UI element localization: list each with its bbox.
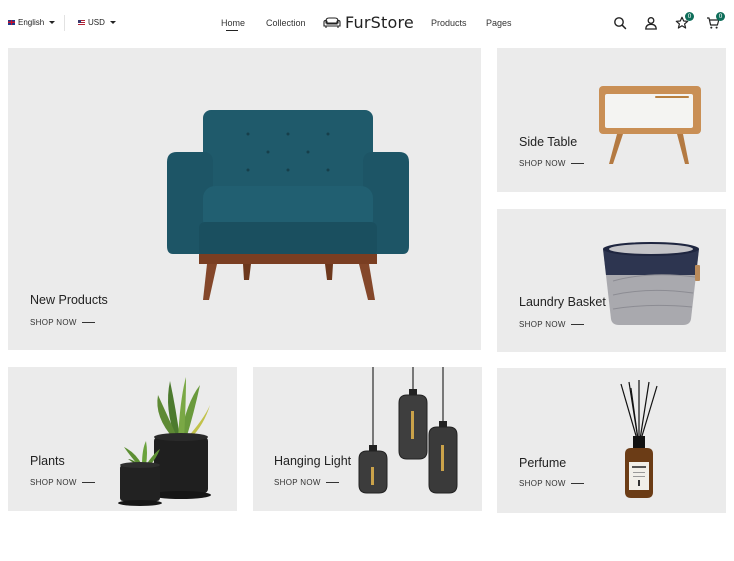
tile-title: Perfume <box>519 456 567 470</box>
shop-now-link[interactable]: SHOP NOW <box>519 320 584 329</box>
shop-now-link[interactable]: SHOP NOW <box>30 318 95 327</box>
arrow-line-icon <box>81 322 95 323</box>
shop-now-label: SHOP NOW <box>274 478 321 487</box>
search-button[interactable] <box>613 16 627 30</box>
shop-now-link[interactable]: SHOP NOW <box>30 478 95 487</box>
currency-selector[interactable]: USD <box>78 18 116 27</box>
tile-hanging-light[interactable]: Hanging Light SHOP NOW <box>253 367 482 511</box>
cart-count-badge: 0 <box>716 12 725 21</box>
arrow-line-icon <box>325 482 339 483</box>
us-flag-icon <box>78 20 85 25</box>
hanging-light-image <box>358 367 458 494</box>
tile-perfume[interactable]: Perfume SHOP NOW <box>497 368 726 513</box>
tile-new-products[interactable]: New Products SHOP NOW <box>8 48 481 350</box>
wishlist-button[interactable]: 0 <box>675 12 694 30</box>
shop-now-label: SHOP NOW <box>519 159 566 168</box>
wishlist-count-badge: 0 <box>685 12 694 21</box>
language-label: English <box>18 18 45 27</box>
shop-now-link[interactable]: SHOP NOW <box>519 159 584 168</box>
arrow-line-icon <box>81 482 95 483</box>
chevron-down-icon <box>49 21 56 24</box>
tile-plants[interactable]: Plants SHOP NOW <box>8 367 237 511</box>
cart-button[interactable]: 0 <box>706 12 725 30</box>
user-icon <box>645 17 657 30</box>
nav-home[interactable]: Home <box>221 18 245 28</box>
header-divider <box>64 15 65 31</box>
tile-title: Side Table <box>519 135 578 149</box>
site-logo[interactable]: FurStore <box>323 13 414 32</box>
tile-laundry-basket[interactable]: Laundry Basket SHOP NOW <box>497 209 726 352</box>
shop-now-label: SHOP NOW <box>519 479 566 488</box>
shop-now-link[interactable]: SHOP NOW <box>519 479 584 488</box>
arrow-line-icon <box>570 324 584 325</box>
tile-title: New Products <box>30 293 108 307</box>
shop-now-label: SHOP NOW <box>30 478 77 487</box>
armchair-image <box>167 110 409 300</box>
search-icon <box>614 17 627 30</box>
language-selector[interactable]: English <box>8 18 56 27</box>
account-button[interactable] <box>644 16 658 30</box>
currency-label: USD <box>88 18 105 27</box>
plants-image <box>118 377 211 506</box>
nav-active-indicator <box>226 30 238 31</box>
site-header: English USD Home Collection FurStore Pro… <box>0 0 734 48</box>
shop-now-label: SHOP NOW <box>30 318 77 327</box>
nav-products[interactable]: Products <box>431 18 467 28</box>
tile-side-table[interactable]: Side Table SHOP NOW <box>497 48 726 192</box>
shop-now-label: SHOP NOW <box>519 320 566 329</box>
shop-now-link[interactable]: SHOP NOW <box>274 478 339 487</box>
laundry-basket-image <box>603 242 700 325</box>
arrow-line-icon <box>570 483 584 484</box>
perfume-diffuser-image <box>620 380 658 498</box>
nav-collection[interactable]: Collection <box>266 18 306 28</box>
chevron-down-icon <box>109 21 116 24</box>
tile-title: Laundry Basket <box>519 295 606 309</box>
tile-title: Plants <box>30 454 65 468</box>
uk-flag-icon <box>8 20 15 25</box>
nav-pages[interactable]: Pages <box>486 18 512 28</box>
arrow-line-icon <box>570 163 584 164</box>
tile-title: Hanging Light <box>274 454 352 468</box>
side-table-image <box>599 86 701 164</box>
sofa-logo-icon <box>323 16 341 28</box>
logo-text: FurStore <box>345 13 414 32</box>
